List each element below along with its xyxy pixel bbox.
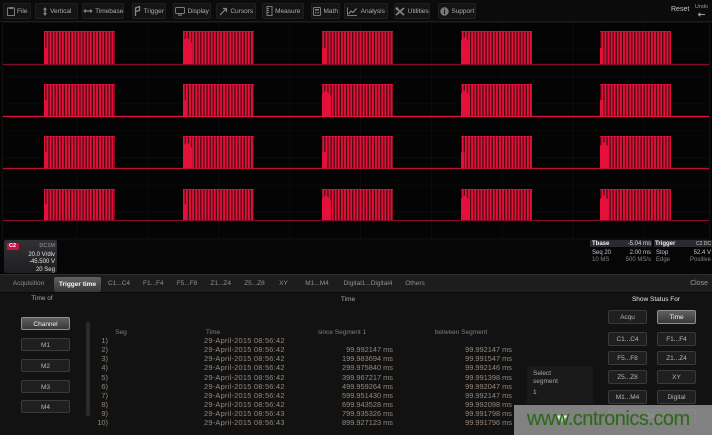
svg-text:i: i <box>443 9 445 16</box>
